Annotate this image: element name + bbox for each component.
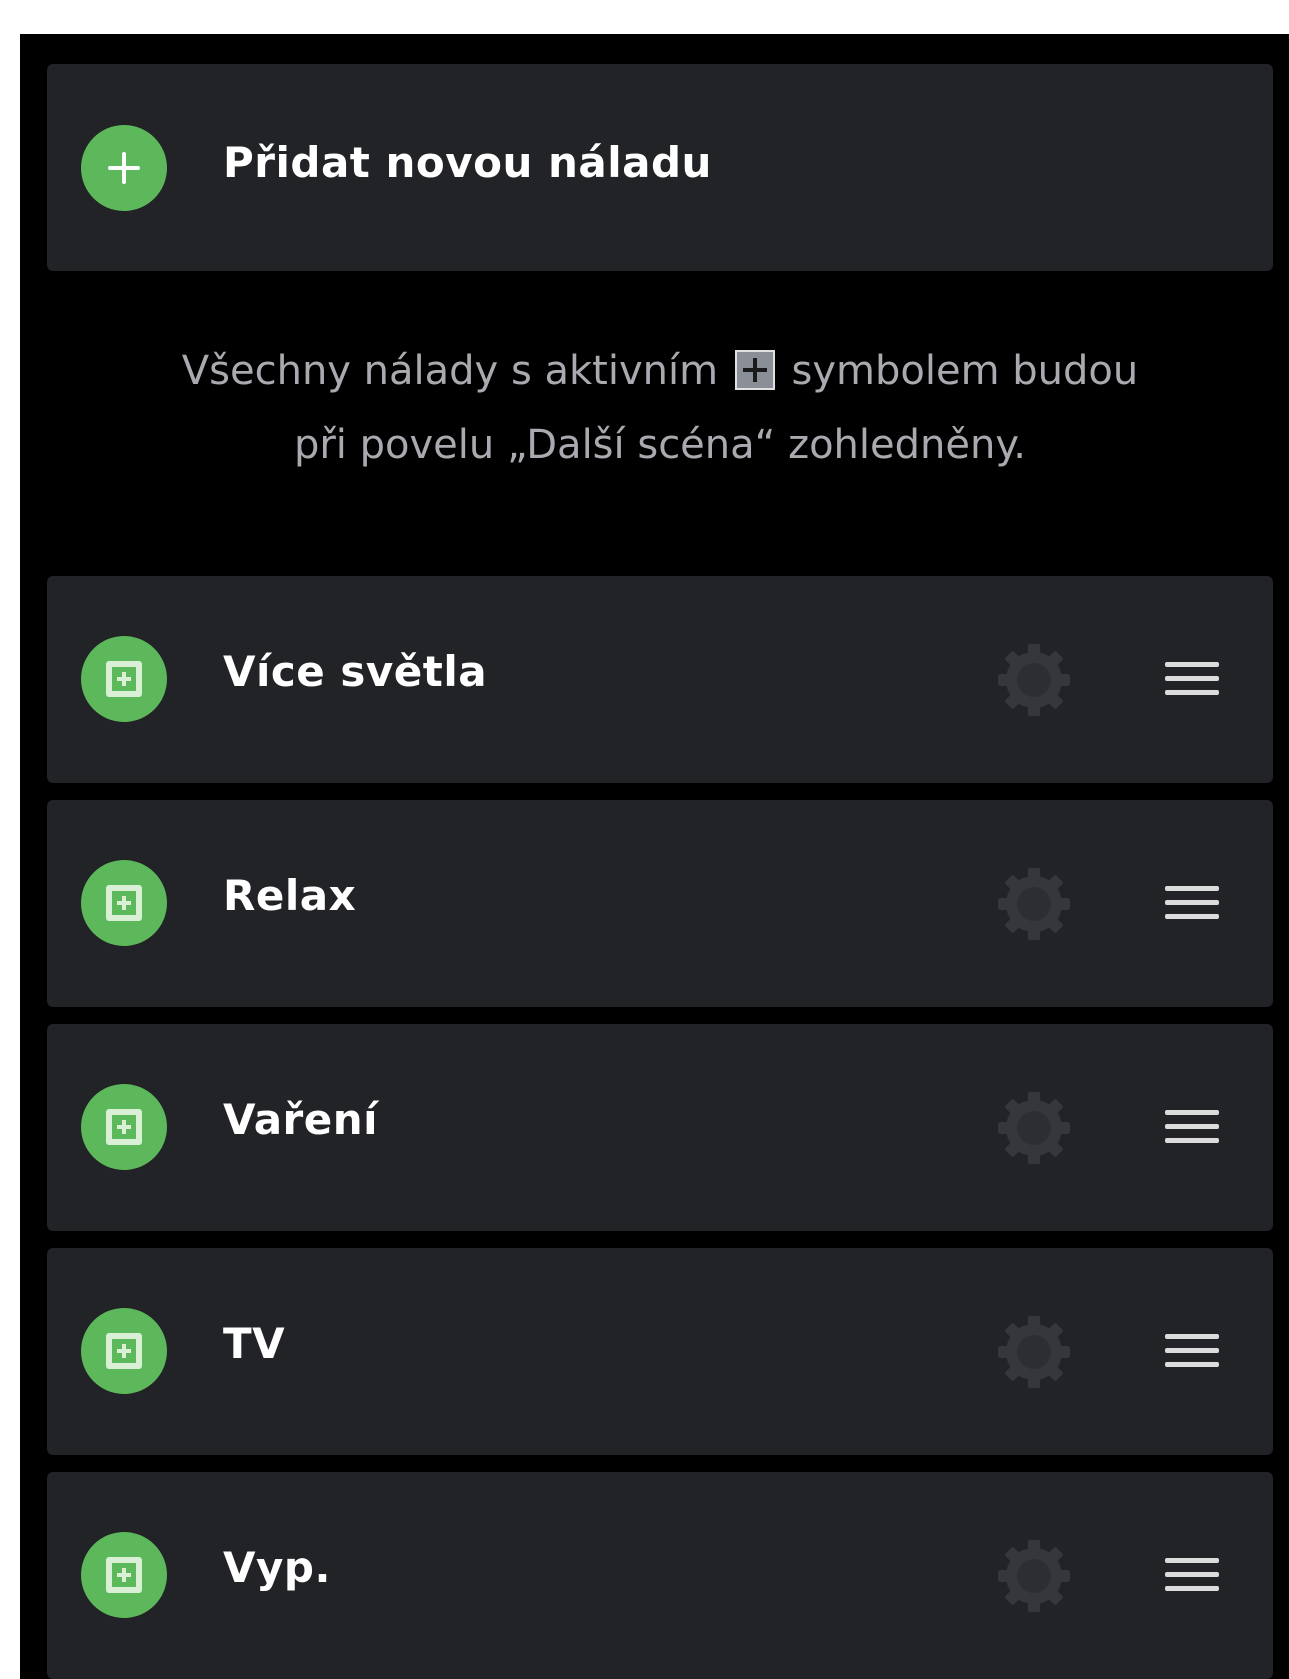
settings-gear-icon[interactable] bbox=[992, 638, 1076, 722]
add-to-cycle-symbol-icon bbox=[734, 350, 775, 390]
mood-item[interactable]: Vyp. bbox=[47, 1472, 1273, 1679]
mood-item[interactable]: TV bbox=[47, 1248, 1273, 1455]
reorder-handle-icon[interactable] bbox=[1165, 1330, 1219, 1372]
mood-label: Vaření bbox=[223, 1095, 379, 1144]
mood-item[interactable]: Vaření bbox=[47, 1024, 1273, 1231]
cycle-toggle-icon[interactable] bbox=[81, 1532, 167, 1618]
reorder-handle-icon[interactable] bbox=[1165, 1554, 1219, 1596]
info-text-after: symbolem budou bbox=[791, 348, 1139, 394]
mood-list: Více světla Relax Vaření TV Vyp. bbox=[20, 576, 1289, 1679]
mood-label: Relax bbox=[223, 871, 357, 920]
settings-gear-icon[interactable] bbox=[992, 862, 1076, 946]
settings-gear-icon[interactable] bbox=[992, 1086, 1076, 1170]
mood-item[interactable]: Relax bbox=[47, 800, 1273, 1007]
info-text: Všechny nálady s aktivním symbolem budou… bbox=[47, 334, 1273, 482]
add-mood-label: Přidat novou náladu bbox=[223, 138, 712, 187]
info-text-line2: při povelu „Další scéna“ zohledněny. bbox=[293, 422, 1027, 468]
moods-screen: Přidat novou náladu Všechny nálady s akt… bbox=[20, 34, 1289, 1679]
cycle-toggle-icon[interactable] bbox=[81, 636, 167, 722]
settings-gear-icon[interactable] bbox=[992, 1534, 1076, 1618]
cycle-toggle-icon[interactable] bbox=[81, 1084, 167, 1170]
mood-label: TV bbox=[223, 1319, 286, 1368]
reorder-handle-icon[interactable] bbox=[1165, 882, 1219, 924]
add-icon bbox=[81, 125, 167, 211]
settings-gear-icon[interactable] bbox=[992, 1310, 1076, 1394]
mood-item[interactable]: Více světla bbox=[47, 576, 1273, 783]
cycle-toggle-icon[interactable] bbox=[81, 860, 167, 946]
info-text-before: Všechny nálady s aktivním bbox=[181, 348, 719, 394]
add-mood-button[interactable]: Přidat novou náladu bbox=[47, 64, 1273, 271]
mood-label: Vyp. bbox=[223, 1543, 331, 1592]
reorder-handle-icon[interactable] bbox=[1165, 1106, 1219, 1148]
mood-label: Více světla bbox=[223, 647, 488, 696]
reorder-handle-icon[interactable] bbox=[1165, 658, 1219, 700]
cycle-toggle-icon[interactable] bbox=[81, 1308, 167, 1394]
